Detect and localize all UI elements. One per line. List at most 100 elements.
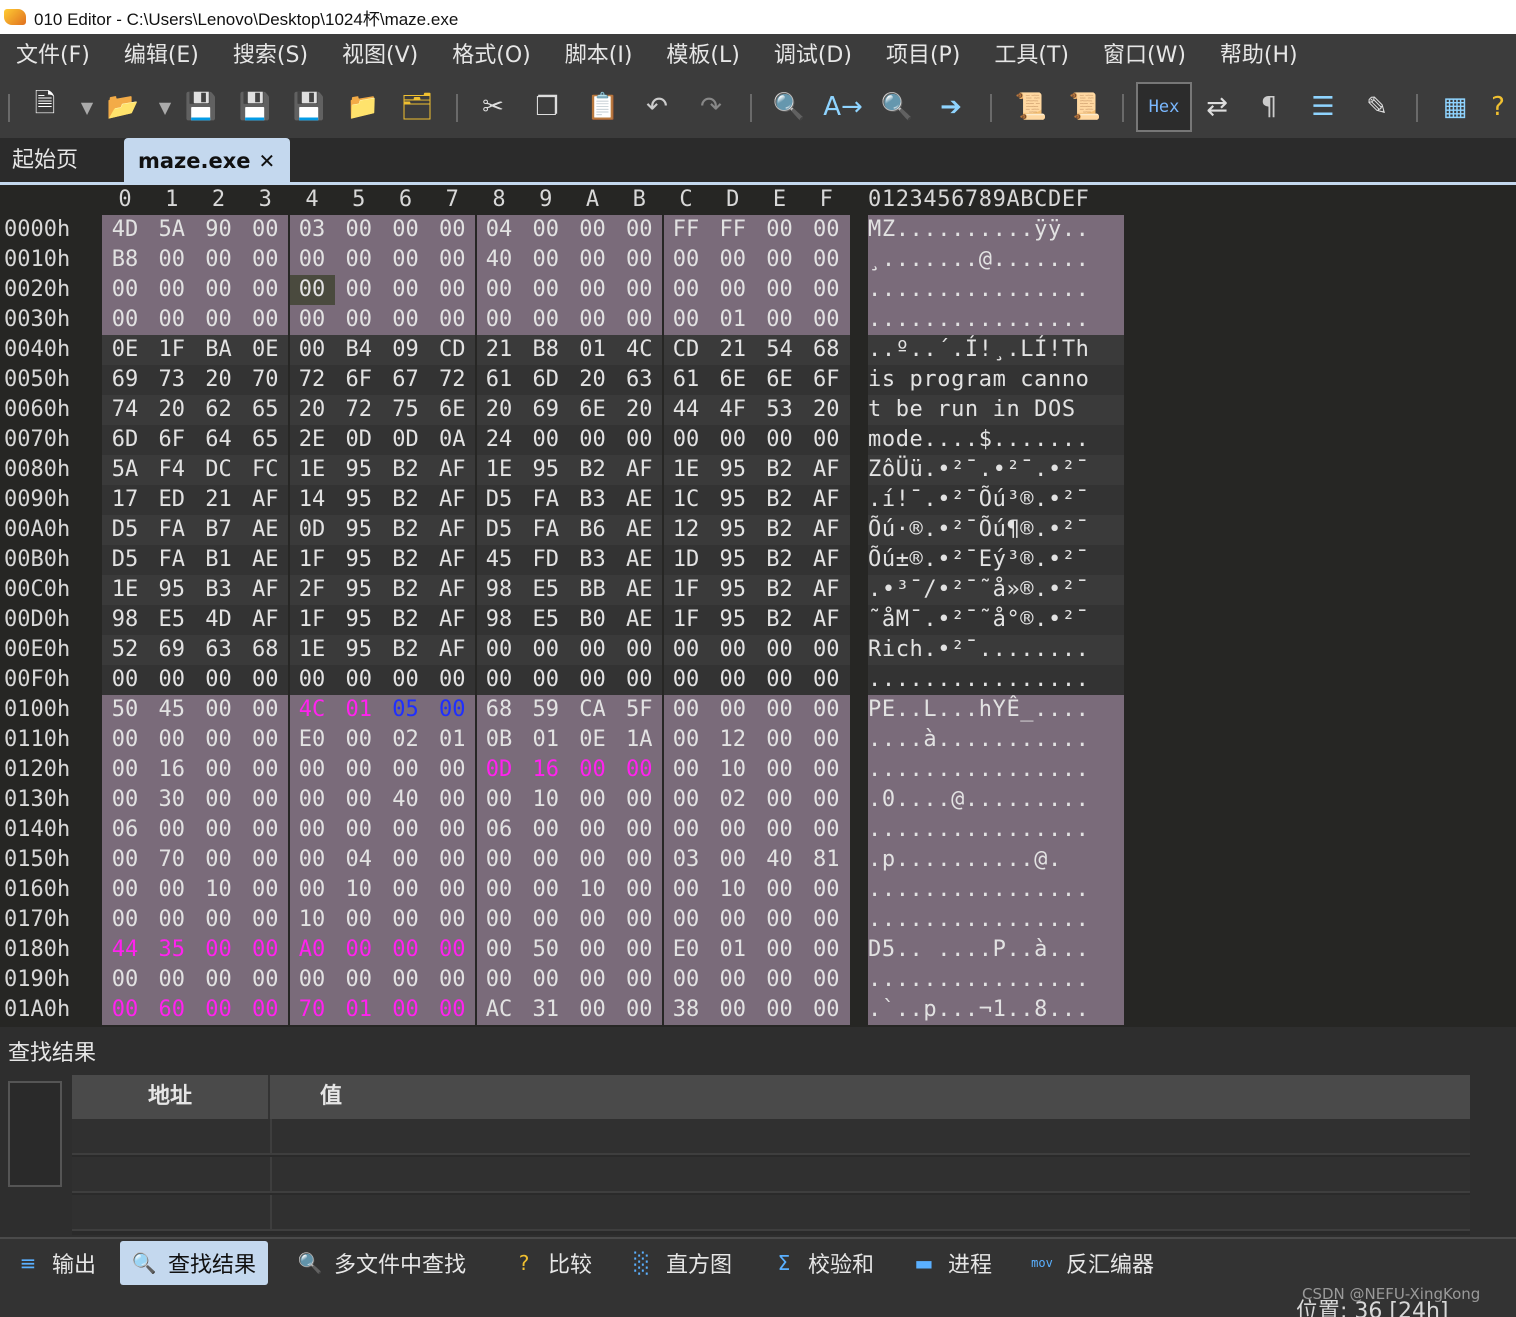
hex-byte[interactable]: 00	[710, 995, 756, 1025]
hex-byte[interactable]: 00	[383, 245, 429, 275]
hex-byte[interactable]: 00	[196, 965, 242, 995]
hex-byte[interactable]: 00	[523, 425, 569, 455]
hex-byte[interactable]: 50	[102, 695, 148, 725]
hex-byte[interactable]: 44	[102, 935, 148, 965]
hex-byte[interactable]: 00	[616, 215, 662, 245]
hex-byte[interactable]: 02	[710, 785, 756, 815]
hex-byte[interactable]: 00	[383, 275, 429, 305]
hex-byte[interactable]: 00	[803, 695, 849, 725]
hex-byte[interactable]: 44	[663, 395, 709, 425]
hex-byte[interactable]: 14	[289, 485, 335, 515]
hex-byte[interactable]: 00	[383, 755, 429, 785]
hex-byte[interactable]: 21	[196, 485, 242, 515]
hex-row[interactable]: 0130h 00 30 00 00 00 00 40 00 00 10 00 00 00 02 00 00.0.…	[0, 785, 1516, 815]
hex-row[interactable]: 0190h 00 00 00 00 00 00 00 00 00 00 00 00 00 00 00 00...…	[0, 965, 1516, 995]
hex-byte[interactable]: 68	[803, 335, 849, 365]
hex-byte[interactable]: 95	[523, 455, 569, 485]
hex-byte[interactable]: 0D	[476, 755, 522, 785]
hex-byte[interactable]: 1F	[663, 575, 709, 605]
hex-byte[interactable]: 00	[429, 755, 475, 785]
hex-byte[interactable]: 00	[616, 425, 662, 455]
hex-byte[interactable]: 64	[196, 425, 242, 455]
run-script-icon[interactable]: 📜	[1010, 86, 1052, 128]
hex-row[interactable]: 0010h B8 00 00 00 00 00 00 00 40 00 00 00 00 00 00 00 ¸..…	[0, 245, 1516, 275]
hex-byte[interactable]: 00	[803, 875, 849, 905]
hex-byte[interactable]: 00	[102, 995, 148, 1025]
hex-byte[interactable]: B3	[196, 575, 242, 605]
hex-byte[interactable]: 00	[289, 755, 335, 785]
hex-byte[interactable]: 50	[523, 935, 569, 965]
hex-byte[interactable]: 62	[196, 395, 242, 425]
hex-byte[interactable]: B2	[570, 455, 616, 485]
open-file-icon[interactable]: 📂	[102, 86, 144, 128]
hex-bytes[interactable]: 69 73 20 70 72 6F 67 72 61 6D 20 63 61 6E 6E 6F	[102, 365, 850, 395]
hex-bytes[interactable]: 4D 5A 90 00 03 00 00 00 04 00 00 00 FF FF 00 00	[102, 215, 850, 245]
hex-byte[interactable]: 00	[429, 935, 475, 965]
hex-row[interactable]: 0060h 74 20 62 65 20 72 75 6E 20 69 6E 20 44 4F 53 20 t b…	[0, 395, 1516, 425]
hex-byte[interactable]: 95	[149, 575, 195, 605]
hex-byte[interactable]: 00	[242, 665, 288, 695]
hex-byte[interactable]: 00	[616, 965, 662, 995]
hex-byte[interactable]: 00	[429, 995, 475, 1025]
hex-byte[interactable]: 0E	[242, 335, 288, 365]
hex-row[interactable]: 00F0h 00 00 00 00 00 00 00 00 00 00 00 00 00 00 00 00...…	[0, 665, 1516, 695]
hex-byte[interactable]: 00	[383, 665, 429, 695]
hex-byte[interactable]: 00	[757, 785, 803, 815]
hex-byte[interactable]: B2	[757, 455, 803, 485]
menu-template[interactable]: 模板(L)	[649, 34, 756, 78]
hex-byte[interactable]: 00	[757, 965, 803, 995]
hex-byte[interactable]: 1F	[149, 335, 195, 365]
hex-byte[interactable]: 00	[710, 695, 756, 725]
hex-byte[interactable]: AF	[616, 455, 662, 485]
hex-byte[interactable]: 1C	[663, 485, 709, 515]
hex-editor-view[interactable]: 0123456789ABCDEF 0123456789ABCDEF 0000h 4…	[0, 185, 1516, 1027]
tab-find-in-files[interactable]: 🔍 多文件中查找	[296, 1241, 466, 1285]
hex-byte[interactable]: 00	[523, 245, 569, 275]
hex-byte[interactable]: AF	[803, 515, 849, 545]
columns-icon[interactable]: ☰	[1302, 86, 1344, 128]
menu-tools[interactable]: 工具(T)	[977, 34, 1086, 78]
hex-byte[interactable]: 00	[149, 725, 195, 755]
hex-byte[interactable]: 61	[663, 365, 709, 395]
hex-row[interactable]: 0000h 4D 5A 90 00 03 00 00 00 04 00 00 00 FF FF 00 00 MZ.…	[0, 215, 1516, 245]
tab-maze-exe[interactable]: maze.exe ✕	[124, 138, 290, 184]
hex-byte[interactable]: 00	[663, 695, 709, 725]
hex-byte[interactable]: 00	[242, 785, 288, 815]
hex-bytes[interactable]: 98 E5 4D AF 1F 95 B2 AF 98 E5 B0 AE 1F 95 B2 AF	[102, 605, 850, 635]
hex-byte[interactable]: 00	[429, 665, 475, 695]
hex-byte[interactable]: 00	[149, 905, 195, 935]
hex-byte[interactable]: 00	[476, 635, 522, 665]
hex-byte[interactable]: FF	[710, 215, 756, 245]
hex-row[interactable]: 0110h 00 00 00 00 E0 00 02 01 0B 01 0E 1A 00 12 00 00...…	[0, 725, 1516, 755]
hex-byte[interactable]: 95	[710, 455, 756, 485]
hex-byte[interactable]: 00	[757, 245, 803, 275]
hex-byte[interactable]: 00	[710, 965, 756, 995]
hex-byte[interactable]: 01	[429, 725, 475, 755]
hex-byte[interactable]: 00	[710, 815, 756, 845]
hex-byte[interactable]: 01	[710, 305, 756, 335]
hex-byte[interactable]: 00	[383, 215, 429, 245]
hex-byte[interactable]: 00	[616, 845, 662, 875]
find-icon[interactable]: 🔍	[768, 86, 810, 128]
hex-byte[interactable]: 65	[242, 395, 288, 425]
hex-bytes[interactable]: D5 FA B1 AE 1F 95 B2 AF 45 FD B3 AE 1D 95 B2 AF	[102, 545, 850, 575]
hex-byte[interactable]: 10	[523, 785, 569, 815]
hex-byte[interactable]: 00	[429, 875, 475, 905]
hex-byte[interactable]: 00	[757, 425, 803, 455]
hex-byte[interactable]: 72	[336, 395, 382, 425]
hex-byte[interactable]: E0	[289, 725, 335, 755]
hex-byte[interactable]: 00	[757, 215, 803, 245]
hex-bytes[interactable]: 00 00 00 00 00 00 00 00 00 00 00 00 00 00 00 00	[102, 965, 850, 995]
hex-byte[interactable]: 00	[570, 425, 616, 455]
hex-byte[interactable]: 00	[803, 215, 849, 245]
hex-row[interactable]: 0050h 69 73 20 70 72 6F 67 72 61 6D 20 63 61 6E 6E 6F is …	[0, 365, 1516, 395]
ascii-text[interactable]: ................	[868, 875, 1124, 905]
hex-byte[interactable]: 00	[757, 935, 803, 965]
hex-bytes[interactable]: 17 ED 21 AF 14 95 B2 AF D5 FA B3 AE 1C 95 B2 AF	[102, 485, 850, 515]
hex-byte[interactable]: FD	[523, 545, 569, 575]
hex-byte[interactable]: B2	[757, 545, 803, 575]
hex-byte[interactable]: 00	[523, 305, 569, 335]
hex-byte[interactable]: ED	[149, 485, 195, 515]
save-all-icon[interactable]: 💾	[288, 86, 330, 128]
menu-edit[interactable]: 编辑(E)	[107, 34, 216, 78]
